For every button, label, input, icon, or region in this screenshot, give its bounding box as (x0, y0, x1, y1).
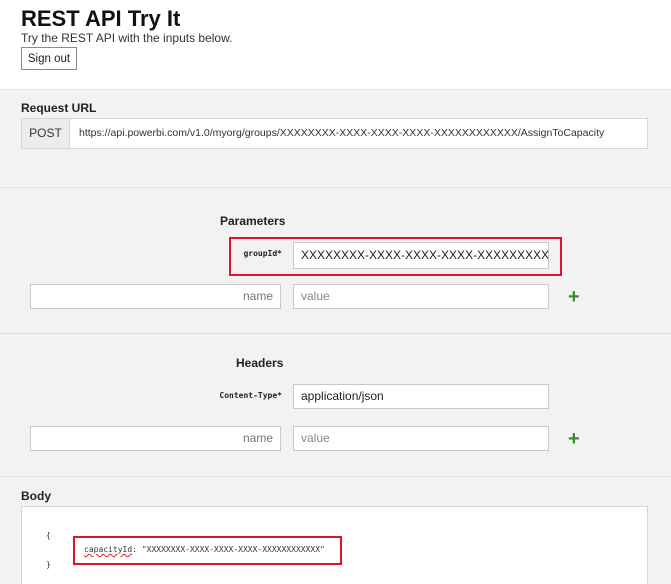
content-type-input[interactable]: application/json (293, 384, 549, 409)
body-section: Body { capacityId: "XXXXXXXX-XXXX-XXXX-X… (0, 476, 671, 584)
parameters-section: Parameters groupId* XXXXXXXX-XXXX-XXXX-X… (0, 187, 671, 333)
plus-icon[interactable]: + (568, 429, 580, 449)
request-url-text: https://api.powerbi.com/v1.0/myorg/group… (79, 127, 605, 139)
page-title: REST API Try It (21, 6, 181, 31)
body-open-brace: { (46, 531, 51, 540)
request-url-label: Request URL (21, 101, 97, 115)
request-url-section: Request URL POST https://api.powerbi.com… (0, 90, 671, 186)
headers-section: Headers Content-Type* application/json n… (0, 333, 671, 476)
param-name-input[interactable]: name (30, 284, 281, 309)
http-method: POST (22, 119, 70, 148)
sign-out-button[interactable]: Sign out (21, 47, 77, 70)
body-editor[interactable]: { capacityId: "XXXXXXXX-XXXX-XXXX-XXXX-X… (21, 506, 648, 584)
plus-icon[interactable]: + (568, 287, 580, 307)
parameters-label: Parameters (220, 214, 286, 228)
body-label: Body (21, 489, 51, 503)
page-header: REST API Try It Try the REST API with th… (0, 0, 671, 90)
body-close-brace: } (46, 560, 51, 569)
param-value-input[interactable]: value (293, 284, 549, 309)
request-url-box: POST https://api.powerbi.com/v1.0/myorg/… (21, 118, 648, 149)
header-name-input[interactable]: name (30, 426, 281, 451)
group-id-highlight (229, 237, 562, 276)
capacity-id-highlight (73, 536, 342, 565)
headers-label: Headers (236, 356, 284, 370)
header-value-input[interactable]: value (293, 426, 549, 451)
content-type-key-label: Content-Type* (219, 391, 282, 400)
page-subtitle: Try the REST API with the inputs below. (21, 31, 233, 45)
